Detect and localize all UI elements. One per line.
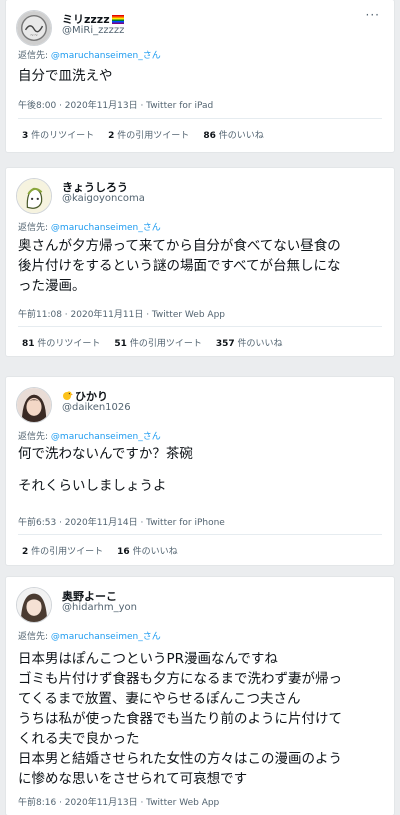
handle[interactable]: @MiRi_zzzzz: [62, 25, 124, 36]
tweet-card: 奥野よーこ @hidarhm_yon 返信先: @maruchanseimen_…: [6, 577, 394, 815]
reply-to-link[interactable]: @maruchanseimen_さん: [51, 632, 161, 642]
reply-context: 返信先: @maruchanseimen_さん: [18, 632, 161, 642]
avatar[interactable]: [16, 178, 52, 214]
tweet-text: 自分で皿洗えや: [18, 68, 113, 84]
avatar[interactable]: [16, 587, 52, 623]
reply-to-link[interactable]: @maruchanseimen_さん: [51, 51, 161, 61]
tweet-timestamp[interactable]: 午前11:08 · 2020年11月11日 · Twitter Web App: [18, 307, 225, 320]
reply-context: 返信先: @maruchanseimen_さん: [18, 223, 161, 233]
handle[interactable]: @kaigoyoncoma: [62, 193, 145, 204]
quote-count[interactable]: 2 件の引用ツイート: [22, 547, 103, 557]
tweet-text: 何で洗わないんですか？茶碗 それくらいしましょうよ: [18, 446, 193, 494]
handle[interactable]: @daiken1026: [62, 402, 131, 413]
svg-text:~~: ~~: [30, 34, 38, 39]
like-count[interactable]: 16 件のいいね: [117, 547, 177, 557]
divider: [18, 118, 382, 119]
tweet-timestamp[interactable]: 午後8:00 · 2020年11月13日 · Twitter for iPad: [18, 98, 213, 111]
tweet-stats: 81 件のリツイート 51 件の引用ツイート 357 件のいいね: [22, 336, 297, 349]
quote-count[interactable]: 2 件の引用ツイート: [108, 131, 189, 141]
tweet-card: きょうしろう @kaigoyoncoma 返信先: @maruchanseime…: [6, 168, 394, 356]
retweet-count[interactable]: 3 件のリツイート: [22, 131, 94, 141]
more-options-icon[interactable]: ···: [366, 8, 380, 22]
avatar[interactable]: ~~: [16, 10, 52, 46]
reply-context: 返信先: @maruchanseimen_さん: [18, 432, 161, 442]
tweet-text: 日本男はぽんこつというPR漫画なんですね ゴミも片付けず食器も夕方になるまで洗わ…: [18, 651, 342, 787]
tweet-card: ~~ ミリzzzz @MiRi_zzzzz ··· 返信先: @maruchan…: [6, 0, 394, 152]
tweet-timestamp[interactable]: 午前8:16 · 2020年11月13日 · Twitter Web App: [18, 795, 219, 808]
handle[interactable]: @hidarhm_yon: [62, 602, 137, 613]
divider: [18, 534, 382, 535]
tweet-text: 奥さんが夕方帰って来てから自分が食べてない昼食の 後片付けをするという謎の場面で…: [18, 238, 341, 294]
retweet-count[interactable]: 81 件のリツイート: [22, 339, 100, 349]
tweet-stats: 2 件の引用ツイート 16 件のいいね: [22, 544, 192, 557]
reply-to-link[interactable]: @maruchanseimen_さん: [51, 223, 161, 233]
tweet-timestamp[interactable]: 午前6:53 · 2020年11月14日 · Twitter for iPhon…: [18, 515, 225, 528]
quote-count[interactable]: 51 件の引用ツイート: [114, 339, 201, 349]
tweet-card: ひかり @daiken1026 返信先: @maruchanseimen_さん …: [6, 377, 394, 565]
reply-to-link[interactable]: @maruchanseimen_さん: [51, 432, 161, 442]
like-count[interactable]: 86 件のいいね: [203, 131, 263, 141]
like-count[interactable]: 357 件のいいね: [216, 339, 283, 349]
avatar[interactable]: [16, 387, 52, 423]
reply-context: 返信先: @maruchanseimen_さん: [18, 51, 161, 61]
divider: [18, 326, 382, 327]
tweet-stats: 3 件のリツイート 2 件の引用ツイート 86 件のいいね: [22, 128, 278, 141]
